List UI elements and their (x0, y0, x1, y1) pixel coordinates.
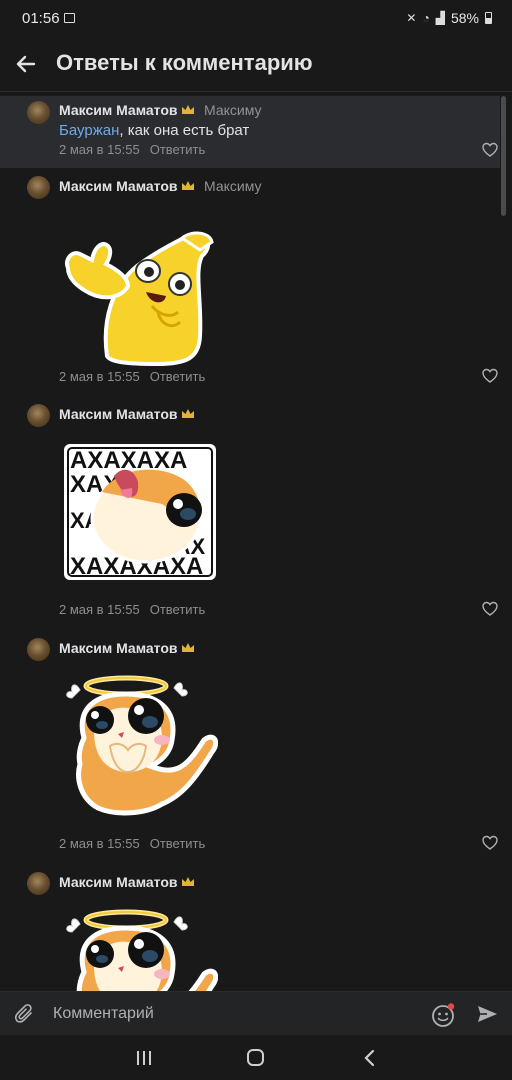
emoji-sticker-icon[interactable] (431, 1002, 457, 1028)
signal-icon: ▟ (435, 11, 445, 25)
status-time: 01:56 (22, 10, 60, 27)
comment-author[interactable]: Максим Маматов (59, 102, 178, 118)
crown-icon (182, 409, 194, 418)
battery-percent: 58% (450, 10, 479, 26)
send-icon[interactable] (476, 1003, 498, 1025)
avatar[interactable] (27, 101, 50, 124)
scrollbar[interactable] (501, 96, 506, 216)
comment-date: 2 мая в 15:55 (59, 836, 140, 851)
crown-icon (182, 105, 194, 114)
attach-paperclip-icon[interactable] (14, 1003, 36, 1025)
heart-icon[interactable] (482, 835, 498, 851)
crown-icon (182, 877, 194, 886)
comment-date: 2 мая в 15:55 (59, 142, 140, 157)
comment-author[interactable]: Максим Маматов (59, 874, 178, 890)
comment-item: Максим Маматов Максиму Бауржан, как она … (0, 96, 500, 168)
gallery-notification-icon (64, 13, 75, 23)
avatar[interactable] (27, 638, 50, 661)
comment-author[interactable]: Максим Маматов (59, 406, 178, 422)
avatar[interactable] (27, 404, 50, 427)
sticker-text-line: АХАХАХА (70, 447, 187, 474)
comment-meta: 2 мая в 15:55 Ответить (59, 836, 205, 851)
comment-date: 2 мая в 15:55 (59, 369, 140, 384)
reply-button[interactable]: Ответить (150, 836, 206, 851)
page-title: Ответы к комментарию (56, 50, 313, 75)
hamster-angel-sticker[interactable] (66, 902, 218, 991)
avatar[interactable] (27, 872, 50, 895)
reply-to-name[interactable]: Максиму (204, 102, 262, 118)
mention-link[interactable]: Бауржан (59, 122, 119, 139)
reply-button[interactable]: Ответить (150, 369, 206, 384)
heart-icon[interactable] (482, 601, 498, 617)
comment-input[interactable]: Комментарий (53, 1005, 154, 1023)
back-arrow-icon[interactable] (12, 50, 40, 78)
status-icons: ✕ ◔ ▟ 58% (406, 10, 492, 26)
comment-author[interactable]: Максим Маматов (59, 640, 178, 656)
comment-input-bar: Комментарий (0, 991, 512, 1035)
recent-apps-icon[interactable] (136, 1050, 152, 1066)
battery-icon (485, 12, 492, 24)
comment-author[interactable]: Максим Маматов (59, 178, 178, 194)
wifi-icon: ◔ (422, 11, 430, 25)
comment-item: Максим Маматов (0, 864, 500, 991)
status-bar: 01:56 ✕ ◔ ▟ 58% (0, 0, 512, 38)
heart-icon[interactable] (482, 142, 498, 158)
home-icon[interactable] (247, 1049, 264, 1066)
comment-item: Максим Маматов 2 мая в 15:55 Ответить (0, 630, 500, 864)
crown-icon (182, 643, 194, 652)
comment-meta: 2 мая в 15:55 Ответить (59, 142, 205, 157)
comment-item: Максим Маматов АХАХАХА ХАХА ХА АХАХ ХАХА… (0, 396, 500, 630)
reply-button[interactable]: Ответить (150, 142, 206, 157)
comment-text: Бауржан, как она есть брат (59, 122, 249, 139)
comment-date: 2 мая в 15:55 (59, 602, 140, 617)
banana-thumbs-up-sticker[interactable] (62, 226, 217, 366)
header-divider (0, 91, 512, 92)
reply-button[interactable]: Ответить (150, 602, 206, 617)
avatar[interactable] (27, 176, 50, 199)
heart-icon[interactable] (482, 368, 498, 384)
comment-body: , как она есть брат (119, 122, 250, 139)
comment-meta: 2 мая в 15:55 Ответить (59, 602, 205, 617)
hamster-angel-sticker[interactable] (66, 668, 218, 824)
reply-to-name[interactable]: Максиму (204, 178, 262, 194)
comment-item: Максим Маматов Максиму 2 мая в 15:55 Отве… (0, 168, 500, 396)
app-header: Ответы к комментарию (0, 38, 512, 92)
system-navigation-bar (0, 1036, 512, 1080)
crown-icon (182, 181, 194, 190)
mute-icon: ✕ (406, 11, 417, 25)
system-back-icon[interactable] (362, 1049, 376, 1067)
hamster-laughing-sticker[interactable]: АХАХАХА ХАХА ХА АХАХ ХАХАХАХА (62, 442, 218, 582)
comment-meta: 2 мая в 15:55 Ответить (59, 369, 205, 384)
